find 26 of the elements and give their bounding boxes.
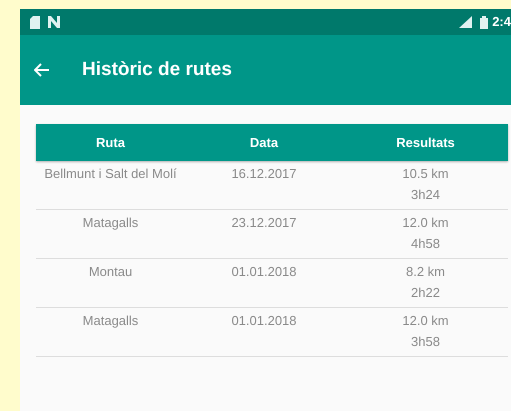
- route-name: Matagalls: [82, 214, 140, 232]
- route-date: 23.12.2017: [230, 214, 298, 232]
- route-duration: 3h24: [411, 186, 440, 204]
- route-date: 01.01.2018: [230, 263, 298, 281]
- status-time: 2:4: [492, 13, 511, 32]
- route-duration: 4h58: [411, 235, 440, 253]
- route-name: Bellmunt i Salt del Molí: [43, 165, 178, 183]
- column-header: Ruta: [95, 134, 126, 152]
- battery-icon: [480, 16, 488, 28]
- notification-icon: [48, 16, 60, 28]
- route-distance: 12.0 km: [402, 312, 449, 330]
- route-name: Matagalls: [82, 312, 140, 330]
- column-header: Resultats: [395, 134, 456, 152]
- route-date: 01.01.2018: [230, 312, 298, 330]
- sd-card-icon: [30, 16, 40, 28]
- route-duration: 2h22: [411, 284, 440, 302]
- route-distance: 12.0 km: [402, 214, 449, 232]
- route-distance: 10.5 km: [402, 165, 449, 183]
- screen-title: Històric de rutes: [82, 58, 232, 82]
- signal-icon: [459, 16, 472, 28]
- route-distance: 8.2 km: [406, 263, 445, 281]
- column-header: Data: [248, 134, 280, 152]
- route-duration: 3h58: [411, 333, 440, 351]
- back-icon[interactable]: [34, 63, 49, 77]
- route-date: 16.12.2017: [230, 165, 298, 183]
- route-name: Montau: [88, 263, 134, 281]
